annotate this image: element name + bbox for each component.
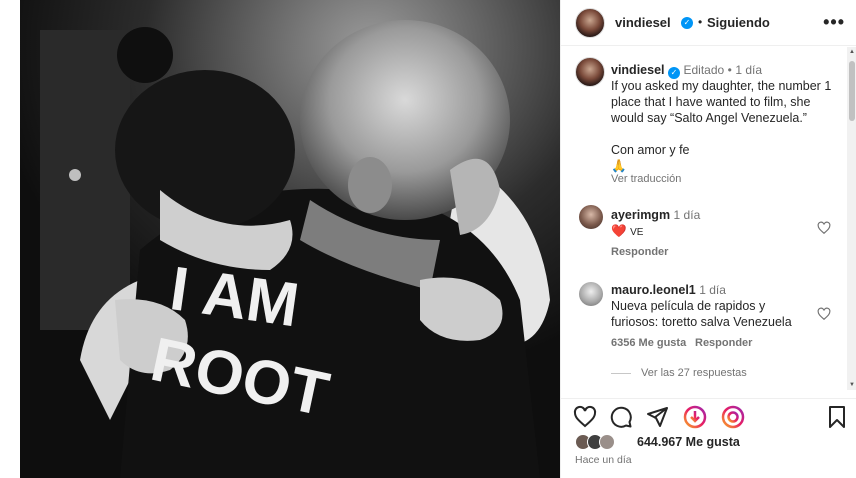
- verified-badge-icon: ✓: [681, 17, 693, 29]
- author-avatar[interactable]: [575, 8, 605, 38]
- post-side-panel: vindiesel ✓ • Siguiendo ••• vindiesel ✓ …: [560, 0, 856, 478]
- reply-button[interactable]: Responder: [695, 337, 752, 349]
- author-username[interactable]: vindiesel: [615, 15, 671, 30]
- likes-count[interactable]: 644.967 Me gusta: [637, 435, 740, 449]
- caption-verified-icon: ✓: [667, 67, 680, 79]
- photo-illustration: I AM ROOT: [20, 0, 560, 478]
- post-timestamp[interactable]: Hace un día: [575, 454, 632, 466]
- left-gutter: [0, 0, 20, 478]
- replies-divider: [611, 372, 631, 374]
- translate-link[interactable]: Ver traducción: [611, 173, 681, 185]
- comments-scroll-area[interactable]: vindiesel ✓ Editado • 1 día If you asked…: [561, 47, 856, 390]
- comment-icon[interactable]: [609, 405, 633, 429]
- comment-like-icon[interactable]: [817, 307, 831, 321]
- follow-status-button[interactable]: Siguiendo: [707, 15, 770, 30]
- caption-author-avatar[interactable]: [575, 57, 605, 87]
- caption-edited: Editado: [683, 63, 725, 77]
- pray-emoji: 🙏: [611, 159, 627, 173]
- reply-button[interactable]: Responder: [611, 246, 668, 258]
- reel-icon[interactable]: [721, 405, 745, 429]
- comment-avatar[interactable]: [579, 282, 603, 306]
- caption-text: If you asked my daughter, the number 1 p…: [611, 79, 832, 125]
- comment-time: 1 día: [673, 208, 701, 222]
- comment-text: Nueva película de rapidos y furiosos: to…: [611, 299, 792, 329]
- caption-username[interactable]: vindiesel: [611, 63, 665, 77]
- liker-avatar: [599, 434, 615, 450]
- header-separator: •: [698, 15, 703, 29]
- caption-separator: •: [727, 63, 732, 77]
- share-icon[interactable]: [645, 405, 669, 429]
- caption-signoff: Con amor y fe: [611, 143, 690, 157]
- gift-icon[interactable]: [683, 405, 707, 429]
- comment-like-icon[interactable]: [817, 221, 831, 235]
- comment-avatar[interactable]: [579, 205, 603, 229]
- post-header: vindiesel ✓ • Siguiendo •••: [561, 0, 856, 46]
- comment-likes-count[interactable]: 6356 Me gusta: [611, 337, 686, 349]
- bookmark-icon[interactable]: [825, 405, 849, 429]
- heart-icon[interactable]: [573, 405, 597, 429]
- comment-username[interactable]: ayerimgm: [611, 208, 670, 222]
- scrollbar[interactable]: ▲ ▼: [847, 47, 856, 390]
- caption-time: 1 día: [735, 63, 763, 77]
- comment-body: mauro.leonel1 1 día Nueva película de ra…: [611, 282, 811, 330]
- view-replies-label[interactable]: Ver las 27 respuestas: [641, 367, 747, 379]
- comment-time: 1 día: [699, 283, 726, 297]
- more-options-icon[interactable]: •••: [823, 12, 845, 33]
- view-replies-link[interactable]: Ver las 27 respuestas: [611, 367, 747, 379]
- comment-username[interactable]: mauro.leonel1: [611, 283, 696, 297]
- caption: vindiesel ✓ Editado • 1 día If you asked…: [611, 62, 833, 174]
- heart-emoji: ❤️: [611, 224, 627, 238]
- scroll-up-icon[interactable]: ▲: [849, 49, 855, 55]
- action-bar: [561, 398, 856, 434]
- scroll-down-icon[interactable]: ▼: [849, 382, 855, 388]
- comment-text: VE: [630, 227, 644, 238]
- post-photo[interactable]: I AM ROOT: [20, 0, 560, 478]
- scrollbar-thumb[interactable]: [849, 61, 855, 121]
- comment-body: ayerimgm 1 día ❤️ VE: [611, 207, 811, 241]
